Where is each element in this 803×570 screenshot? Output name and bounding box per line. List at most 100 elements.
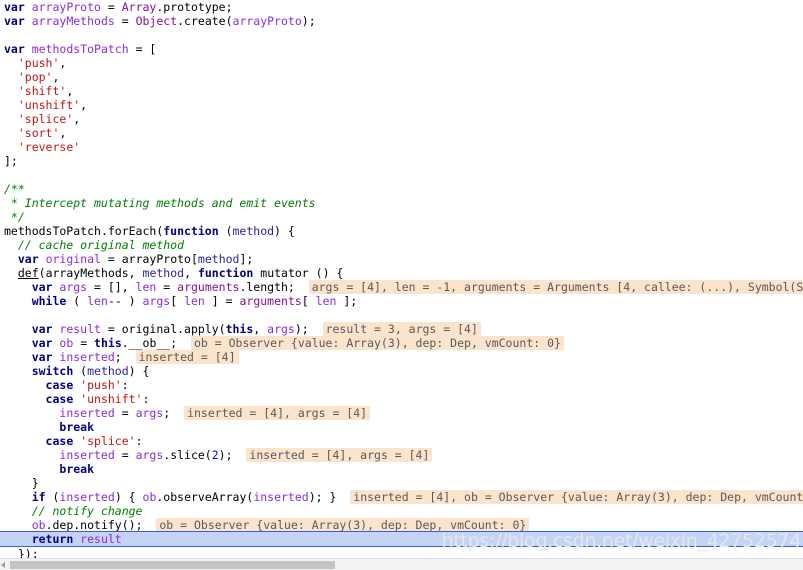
bracket: [ — [170, 294, 185, 308]
string-literal: 'splice' — [80, 434, 136, 448]
punctuation: ); — [301, 14, 316, 28]
code-line[interactable]: case 'unshift': — [0, 392, 803, 406]
comma: , — [128, 266, 143, 280]
string-literal: 'sort' — [17, 126, 60, 140]
code-line[interactable]: var methodsToPatch = [ — [0, 42, 803, 56]
string-literal: 'reverse' — [17, 140, 81, 154]
punctuation: ) { — [114, 490, 143, 504]
code-line[interactable]: // notify change — [0, 504, 803, 518]
identifier: len — [315, 294, 337, 308]
keyword-var: var — [31, 336, 60, 350]
operator: = — [114, 14, 136, 28]
code-line[interactable]: var inserted; inserted = [4] — [0, 350, 803, 364]
jsdoc-open: /** — [4, 182, 25, 196]
comma: , — [184, 266, 198, 280]
code-line[interactable]: var original = arrayProto[method]; — [0, 252, 803, 266]
code-line[interactable]: def(arrayMethods, method, function mutat… — [0, 266, 803, 280]
code-line[interactable]: inserted = args; inserted = [4], args = … — [0, 406, 803, 420]
identifier: result — [80, 532, 122, 546]
code-line[interactable]: while ( len-- ) args[ len ] = arguments[… — [0, 294, 803, 308]
inline-debug-hint[interactable]: inserted = [4], args = [4] — [184, 406, 371, 420]
code-line[interactable]: 'push', — [0, 56, 803, 70]
code-line[interactable]: case 'splice': — [0, 434, 803, 448]
code-line[interactable]: 'unshift', — [0, 98, 803, 112]
code-line[interactable]: 'splice', — [0, 112, 803, 126]
arguments-object: arguments — [239, 294, 302, 308]
code-line[interactable]: }); — [0, 547, 803, 558]
current-execution-line[interactable]: return result — [0, 531, 803, 547]
identifier: inserted — [59, 448, 115, 462]
inline-debug-hint[interactable]: inserted = [4] — [135, 350, 239, 364]
inline-debug-hint[interactable]: inserted = [4], args = [4] — [246, 448, 433, 462]
argument: method — [142, 266, 185, 280]
keyword-case: case — [45, 434, 81, 448]
keyword-if: if — [31, 490, 46, 504]
code-line[interactable]: ob.dep.notify(); ob = Observer {value: A… — [0, 518, 803, 532]
argument: arrayMethods — [45, 266, 129, 280]
code-line-blank[interactable] — [0, 168, 803, 182]
code-line[interactable]: 'sort', — [0, 126, 803, 140]
keyword-break: break — [59, 420, 95, 434]
brace-close: } — [31, 476, 39, 490]
code-line-blank[interactable] — [0, 308, 803, 322]
inline-debug-hint[interactable]: inserted = [4], ob = Observer {value: Ar… — [350, 490, 803, 504]
operator: = — [100, 252, 122, 266]
code-editor-pane[interactable]: var arrayProto = Array.prototype; var ar… — [0, 0, 803, 558]
code-line[interactable]: if (inserted) { ob.observeArray(inserted… — [0, 490, 803, 504]
inline-debug-hint[interactable]: result = 3, args = [4] — [322, 322, 481, 336]
code-line[interactable]: switch (method) { — [0, 364, 803, 378]
code-line[interactable]: break — [0, 420, 803, 434]
keyword-var: var — [17, 252, 46, 266]
keyword-var: var — [31, 350, 60, 364]
code-line[interactable]: inserted = args.slice(2); inserted = [4]… — [0, 448, 803, 462]
operator: = — [100, 322, 122, 336]
identifier: inserted — [59, 350, 115, 364]
bracket: [ — [301, 294, 316, 308]
code-line[interactable]: var arrayMethods = Object.create(arrayPr… — [0, 14, 803, 28]
code-line[interactable]: 'shift', — [0, 84, 803, 98]
keyword-this: this — [94, 336, 122, 350]
argument: args — [267, 322, 295, 336]
keyword-var: var — [4, 0, 32, 14]
comma: , — [59, 56, 67, 70]
code-line[interactable]: methodsToPatch.forEach(function (method)… — [0, 224, 803, 238]
comma: , — [52, 70, 60, 84]
punctuation: ); — [218, 448, 233, 462]
code-line[interactable]: } — [0, 476, 803, 490]
code-line[interactable]: break — [0, 462, 803, 476]
inline-debug-hint[interactable]: ob = Observer {value: Array(3), dep: Dep… — [191, 336, 564, 350]
code-line[interactable]: var result = original.apply(this, args);… — [0, 322, 803, 336]
member-access: .prototype; — [156, 0, 233, 14]
code-line[interactable]: */ — [0, 210, 803, 224]
horizontal-scrollbar[interactable] — [0, 558, 803, 570]
function-call-def[interactable]: def — [18, 266, 39, 280]
code-line[interactable]: 'pop', — [0, 70, 803, 84]
identifier: args — [135, 448, 164, 462]
code-line[interactable]: case 'push': — [0, 378, 803, 392]
horizontal-scrollbar-thumb[interactable] — [10, 561, 335, 569]
code-line[interactable]: var args = [], len = arguments.length; a… — [0, 280, 803, 294]
code-line[interactable]: /** — [0, 182, 803, 196]
keyword-var: var — [31, 322, 60, 336]
identifier: inserted — [253, 490, 309, 504]
colon: : — [135, 434, 143, 448]
punctuation: () { — [308, 266, 344, 280]
code-line-blank[interactable] — [0, 28, 803, 42]
operator: = — [114, 406, 136, 420]
code-line[interactable]: var ob = this.__ob__; ob = Observer {val… — [0, 336, 803, 350]
punctuation: ]; — [239, 252, 254, 266]
identifier: original — [121, 322, 178, 336]
code-line[interactable]: var arrayProto = Array.prototype; — [0, 0, 803, 14]
inline-debug-hint[interactable]: args = [4], len = -1, arguments = Argume… — [308, 280, 803, 294]
code-line[interactable]: // cache original method — [0, 238, 803, 252]
code-line[interactable]: * Intercept mutating methods and emit ev… — [0, 196, 803, 210]
identifier: arrayMethods — [31, 14, 115, 28]
punctuation: ( — [218, 224, 233, 238]
punctuation: ); — [294, 322, 309, 336]
identifier: inserted — [59, 406, 115, 420]
code-line[interactable]: ]; — [0, 154, 803, 168]
code-line[interactable]: 'reverse' — [0, 140, 803, 154]
scroll-left-arrow-icon[interactable] — [1, 562, 5, 568]
line-comment: // notify change — [31, 504, 143, 518]
inline-debug-hint[interactable]: ob = Observer {value: Array(3), dep: Dep… — [156, 518, 530, 532]
